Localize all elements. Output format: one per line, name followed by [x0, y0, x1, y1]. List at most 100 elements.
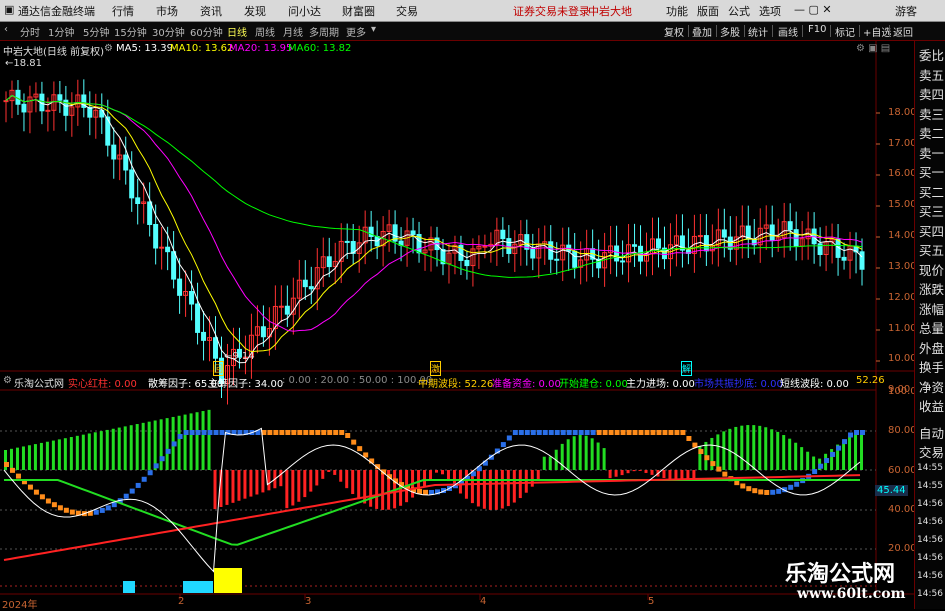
wave-dot [135, 482, 141, 488]
wave-dot [339, 430, 345, 435]
histogram-bar [57, 439, 61, 470]
signal-block [214, 568, 242, 593]
side-item[interactable]: 换手 [919, 357, 944, 376]
side-item[interactable]: 净资 [919, 377, 944, 396]
histogram-bar [524, 470, 528, 493]
side-item[interactable]: 买五 [919, 240, 944, 259]
wave-dot [213, 430, 219, 435]
candle-body [572, 250, 578, 268]
side-item[interactable]: 卖四 [919, 84, 944, 103]
histogram-bar [770, 429, 774, 470]
histogram-bar [369, 470, 373, 507]
side-item[interactable]: 涨幅 [919, 299, 944, 318]
red-trend-line [3, 474, 861, 561]
histogram-bar [662, 470, 666, 478]
wave-dot [267, 430, 273, 435]
histogram-bar [764, 427, 768, 470]
side-item[interactable]: 买三 [919, 201, 944, 220]
wave-dot [524, 430, 530, 435]
histogram-bar [375, 470, 379, 509]
side-item[interactable]: 总量 [919, 318, 944, 337]
settings-gear-icon[interactable]: ⚙ [104, 43, 113, 54]
wave-dot [27, 484, 33, 490]
wave-dot [614, 430, 620, 435]
indicator-value: 实心红柱: 0.00 [68, 379, 137, 390]
wave-dot [57, 505, 63, 511]
wave-dot [512, 430, 518, 435]
side-item[interactable]: 买一 [919, 162, 944, 181]
side-item[interactable]: 现价 [919, 260, 944, 279]
side-item-trade[interactable]: 交易 [919, 442, 944, 461]
histogram-bar [39, 442, 43, 470]
candle-body [308, 286, 314, 290]
candle-body [554, 258, 560, 261]
histogram-bar [806, 451, 810, 470]
wave-dot [860, 430, 866, 435]
wave-dot [147, 470, 153, 476]
histogram-bar [423, 470, 427, 487]
candle-body [159, 246, 165, 249]
side-item[interactable]: 卖五 [919, 65, 944, 84]
indicator-value: 准备资金: 0.00 [492, 379, 561, 390]
kline-and-indicator-chart[interactable] [0, 0, 945, 609]
wave-dot [530, 430, 536, 435]
side-item[interactable]: 委比 [919, 45, 944, 64]
histogram-bar [482, 470, 486, 509]
panel-menu-icon[interactable]: ⚙ ▣ ▤ [856, 43, 890, 54]
histogram-bar [321, 470, 325, 479]
side-item[interactable]: 买四 [919, 221, 944, 240]
histogram-bar [201, 411, 205, 470]
watermark-logo: 乐淘公式网 [785, 562, 896, 587]
candle-body [213, 337, 219, 359]
histogram-bar [135, 424, 139, 470]
histogram-bar [548, 456, 552, 470]
histogram-bar [111, 428, 115, 470]
histogram-bar [243, 470, 247, 499]
wave-dot [818, 463, 824, 469]
side-item[interactable]: 卖二 [919, 123, 944, 142]
wave-dot [99, 507, 105, 513]
histogram-bar [758, 425, 762, 470]
wave-dot [177, 433, 183, 439]
histogram-bar [860, 430, 864, 470]
candle-body [57, 94, 63, 101]
side-item[interactable]: 卖三 [919, 104, 944, 123]
candle-body [278, 305, 284, 308]
candle-body [171, 251, 177, 280]
value-badge: 45.44 [875, 485, 908, 496]
wave-dot [105, 505, 111, 511]
wave-dot [333, 430, 339, 435]
wave-dot [417, 488, 423, 494]
side-item-auto[interactable]: 自动 [919, 423, 944, 442]
wave-dot [357, 446, 363, 452]
signal-block [123, 581, 135, 593]
wave-dot [506, 435, 512, 441]
histogram-bar [117, 427, 121, 470]
wave-dot [854, 430, 860, 435]
candle-body [21, 103, 27, 113]
wave-dot [518, 430, 524, 435]
wave-dot [836, 445, 842, 451]
histogram-bar [285, 470, 289, 509]
side-item[interactable]: 外盘 [919, 338, 944, 357]
wave-dot [668, 430, 674, 435]
wave-dot [201, 430, 207, 435]
indicator-gear-icon[interactable]: ⚙ [3, 375, 12, 386]
histogram-bar [626, 470, 630, 474]
wave-dot [548, 430, 554, 435]
wave-dot [650, 430, 656, 435]
side-item[interactable]: 涨跌 [919, 279, 944, 298]
histogram-bar [33, 444, 37, 470]
histogram-bar [620, 470, 624, 476]
side-item[interactable]: 卖一 [919, 143, 944, 162]
side-item[interactable]: 买二 [919, 182, 944, 201]
histogram-bar [63, 438, 67, 470]
histogram-bar [153, 420, 157, 470]
marker-ji: 激 [430, 361, 442, 376]
histogram-bar [488, 470, 492, 510]
histogram-bar [650, 470, 654, 475]
indicator-value: 主筹因子: 34.00 [208, 379, 284, 390]
side-item[interactable]: 收益 [919, 396, 944, 415]
indicator-name[interactable]: 乐淘公式网 [14, 375, 64, 390]
wave-dot [824, 458, 830, 464]
